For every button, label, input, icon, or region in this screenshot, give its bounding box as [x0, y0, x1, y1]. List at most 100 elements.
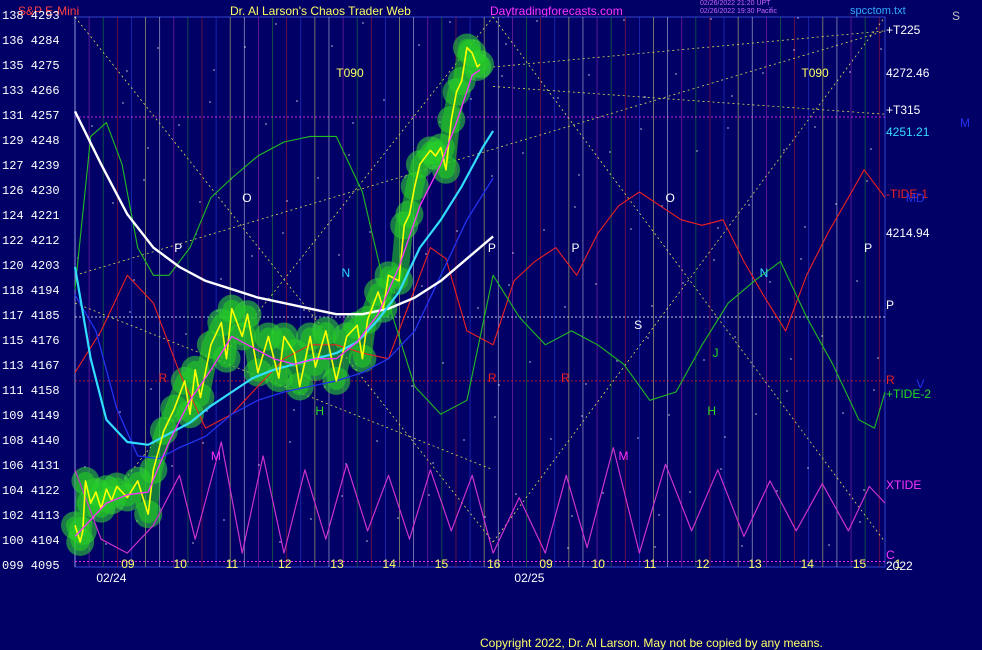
background-dot — [821, 335, 823, 337]
y-tick-label: 133 4266 — [2, 84, 60, 98]
background-dot — [651, 305, 653, 307]
right-level-label: 2022 — [886, 559, 913, 573]
y-tick-label: 118 4194 — [2, 284, 60, 298]
background-dot — [376, 440, 378, 442]
background-dot — [244, 46, 246, 48]
background-dot — [397, 517, 399, 519]
x-tick-label: 15 — [434, 557, 449, 571]
y-tick-label: 124 4221 — [2, 209, 60, 223]
copyright-notice: Copyright 2022, Dr. Al Larson. May not b… — [480, 636, 823, 650]
right-level-label: +T225 — [886, 22, 921, 37]
background-dot — [654, 546, 656, 548]
background-dot — [741, 545, 743, 547]
background-dot — [484, 516, 486, 518]
background-dot — [807, 467, 809, 469]
background-dot — [866, 180, 868, 182]
background-dot — [209, 101, 211, 103]
background-dot — [442, 362, 444, 364]
background-dot — [491, 175, 493, 177]
chart-marker-label: T090 — [336, 65, 364, 80]
x-tick-label: 12 — [696, 557, 710, 571]
background-dot — [710, 18, 712, 20]
y-tick-label: 138 4293 — [2, 9, 60, 23]
background-dot — [557, 97, 559, 99]
background-dot — [783, 149, 785, 151]
background-dot — [637, 437, 639, 439]
chart-marker-label: H — [707, 404, 716, 419]
background-dot — [449, 21, 451, 23]
x-tick-label: 13 — [748, 557, 762, 571]
chart-marker-label: S — [634, 318, 643, 333]
background-dot — [571, 515, 573, 517]
x-tick-label: 09 — [539, 557, 553, 571]
chart-marker-label: MD — [905, 190, 925, 205]
x-tick-label: 14 — [382, 557, 396, 571]
background-dot — [157, 47, 159, 49]
background-dot — [282, 232, 284, 234]
chart-marker-label: J — [712, 346, 719, 361]
x-tick-label: 15 — [852, 557, 867, 571]
background-dot — [602, 492, 604, 494]
background-dot — [717, 227, 719, 229]
background-dot — [341, 495, 343, 497]
background-dot — [331, 45, 333, 47]
background-dot — [463, 439, 465, 441]
background-dot — [418, 44, 420, 46]
y-tick-label: 115 4176 — [2, 334, 60, 348]
y-tick-label: 102 4113 — [2, 509, 60, 523]
background-dot — [366, 540, 368, 542]
chart-marker-label: O — [242, 190, 252, 205]
y-tick-label: 108 4140 — [2, 434, 60, 448]
background-dot — [564, 306, 566, 308]
background-dot — [317, 177, 319, 179]
background-dot — [289, 441, 291, 443]
right-level-label: XTIDE — [886, 478, 922, 493]
price-glow-band — [61, 33, 494, 556]
y-tick-label: 106 4131 — [2, 459, 60, 473]
background-dot — [800, 258, 802, 260]
background-dot — [220, 278, 222, 280]
x-tick-label: 12 — [278, 557, 292, 571]
background-dot — [581, 415, 583, 417]
x-tick-label: 09 — [121, 557, 135, 571]
background-dot — [529, 361, 531, 363]
series-lines — [73, 46, 886, 554]
y-tick-label: 104 4122 — [2, 484, 60, 498]
series-xtide — [74, 441, 886, 554]
x-tick-label: 13 — [330, 557, 344, 571]
chart-marker-label: N — [341, 265, 351, 280]
background-dot — [143, 179, 145, 181]
background-dot — [251, 255, 253, 257]
background-dot — [658, 514, 660, 516]
background-dot — [477, 307, 479, 309]
background-dot — [814, 126, 816, 128]
background-dot — [675, 73, 677, 75]
background-dot — [727, 127, 729, 129]
background-dot — [880, 48, 882, 50]
background-dot — [119, 411, 121, 413]
right-level-label: 4272.46 — [886, 66, 930, 81]
right-level-label: 4214.94 — [886, 225, 930, 240]
background-dot — [849, 71, 851, 73]
background-dot — [550, 438, 552, 440]
background-dot — [310, 518, 312, 520]
y-tick-label: 126 4230 — [2, 184, 60, 198]
chart-grid — [74, 16, 886, 568]
background-dot — [421, 285, 423, 287]
background-dot — [369, 231, 371, 233]
background-dot — [293, 409, 295, 411]
background-dot — [428, 494, 430, 496]
x-tick-label: 10 — [591, 557, 605, 571]
background-dot — [630, 228, 632, 230]
background-dot — [842, 412, 844, 414]
background-dot — [567, 547, 569, 549]
x-tick-label: 10 — [173, 557, 187, 571]
background-dot — [640, 128, 642, 130]
background-dot — [762, 72, 764, 74]
background-dot — [279, 541, 281, 543]
right-level-label: +T315 — [886, 103, 921, 118]
background-dot — [352, 122, 354, 124]
y-tick-label: 135 4275 — [2, 59, 60, 73]
background-dot — [126, 70, 128, 72]
chart-marker-label: P — [174, 240, 183, 255]
